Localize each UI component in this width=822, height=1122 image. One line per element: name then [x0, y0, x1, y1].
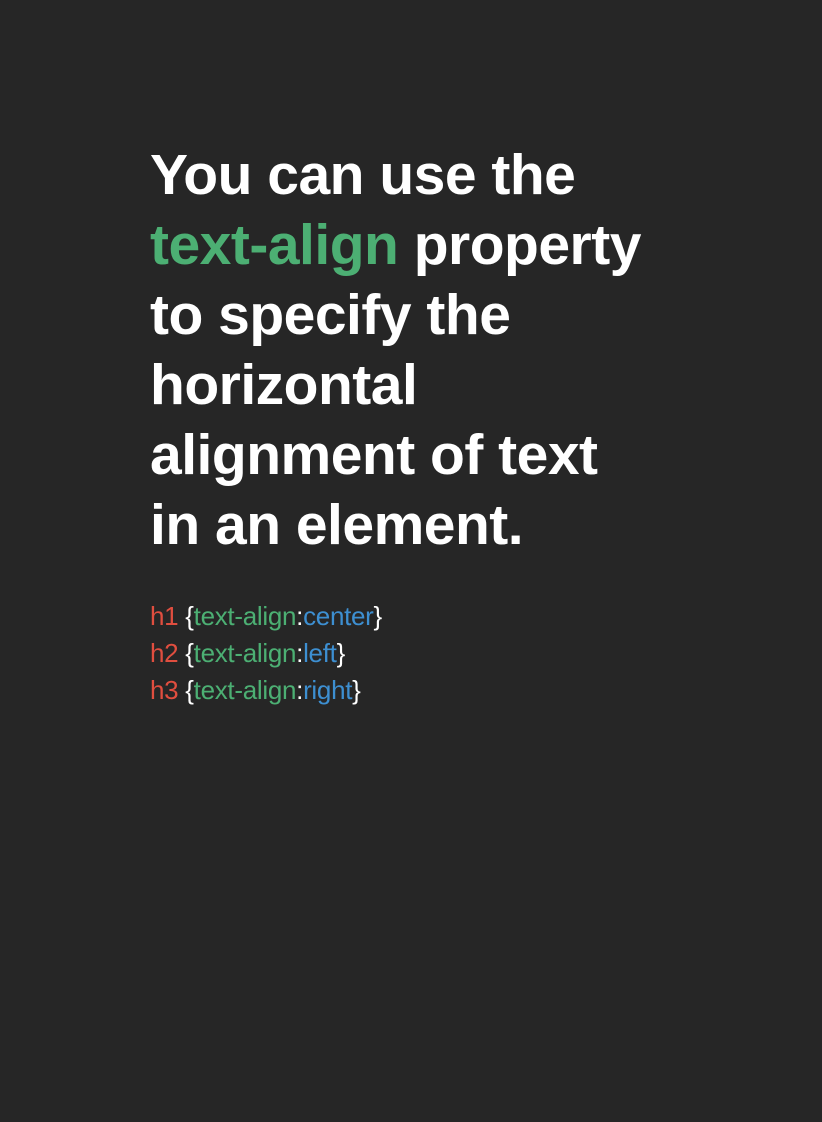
- css-property: text-align: [193, 601, 297, 631]
- headline-line: to specify the: [150, 283, 511, 347]
- headline-line: horizontal: [150, 353, 418, 417]
- css-property: text-align: [193, 638, 297, 668]
- css-value: center: [303, 601, 374, 631]
- css-value: left: [303, 638, 337, 668]
- css-selector: h1: [150, 601, 179, 631]
- code-line-h3: h3 {text-align:right}: [150, 672, 710, 709]
- close-brace: }: [336, 638, 346, 668]
- css-selector: h2: [150, 638, 179, 668]
- headline-accent-term: text-align: [150, 213, 399, 277]
- headline-line-rest: property: [398, 213, 642, 277]
- open-brace: {: [178, 638, 194, 668]
- css-selector: h3: [150, 675, 179, 705]
- css-property: text-align: [193, 675, 297, 705]
- css-value: right: [303, 675, 353, 705]
- headline: You can use the text-align property to s…: [150, 140, 710, 560]
- close-brace: }: [352, 675, 361, 705]
- headline-line: text-align property: [150, 210, 710, 280]
- code-line-h1: h1 {text-align:center}: [150, 598, 710, 635]
- headline-line: You can use the: [150, 143, 576, 207]
- open-brace: {: [178, 675, 194, 705]
- headline-line: alignment of text: [150, 423, 598, 487]
- code-example: h1 {text-align:center} h2 {text-align:le…: [150, 598, 710, 709]
- headline-line: in an element.: [150, 493, 524, 557]
- code-line-h2: h2 {text-align:left}: [150, 635, 710, 672]
- content: You can use the text-align property to s…: [150, 140, 710, 709]
- close-brace: }: [373, 601, 383, 631]
- open-brace: {: [178, 601, 194, 631]
